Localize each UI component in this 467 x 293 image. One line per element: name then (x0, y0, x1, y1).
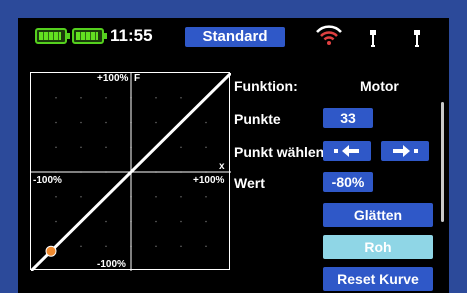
selected-point (45, 245, 57, 257)
arrow-right-icon (393, 145, 418, 157)
transmitter-battery-icon (35, 28, 70, 44)
antenna-icon (370, 30, 376, 47)
label-y-bottom: -100% (97, 259, 126, 270)
wifi-icon (316, 25, 342, 45)
glaetten-button[interactable]: Glätten (323, 203, 433, 227)
receiver-battery-icon (72, 28, 107, 44)
model-name-button[interactable]: Standard (185, 27, 285, 47)
roh-button[interactable]: Roh (323, 235, 433, 259)
point-next-button[interactable] (381, 141, 429, 161)
point-prev-button[interactable] (323, 141, 371, 161)
arrow-left-icon (334, 145, 359, 157)
wert-label: Wert (234, 175, 265, 191)
label-x-right: +100% (193, 175, 225, 186)
antenna-icon (414, 30, 420, 47)
clock: 11:55 (110, 26, 153, 45)
curve-plot (31, 73, 231, 271)
label-x-left: -100% (33, 175, 62, 186)
curve-graph[interactable]: +100% F -100% +100% x -100% (30, 72, 231, 271)
punkte-label: Punkte (234, 111, 281, 127)
wert-value-button[interactable]: -80% (323, 172, 373, 192)
scrollbar[interactable] (441, 102, 444, 222)
label-y-top: +100% (97, 73, 129, 84)
reset-curve-button[interactable]: Reset Kurve (323, 267, 433, 291)
punkte-value-button[interactable]: 33 (323, 108, 373, 128)
funktion-label: Funktion: (234, 78, 298, 94)
funktion-value: Motor (360, 78, 399, 94)
punkt-waehlen-label: Punkt wählen (234, 144, 325, 160)
label-x-axis: x (219, 161, 225, 172)
label-f: F (134, 73, 141, 84)
